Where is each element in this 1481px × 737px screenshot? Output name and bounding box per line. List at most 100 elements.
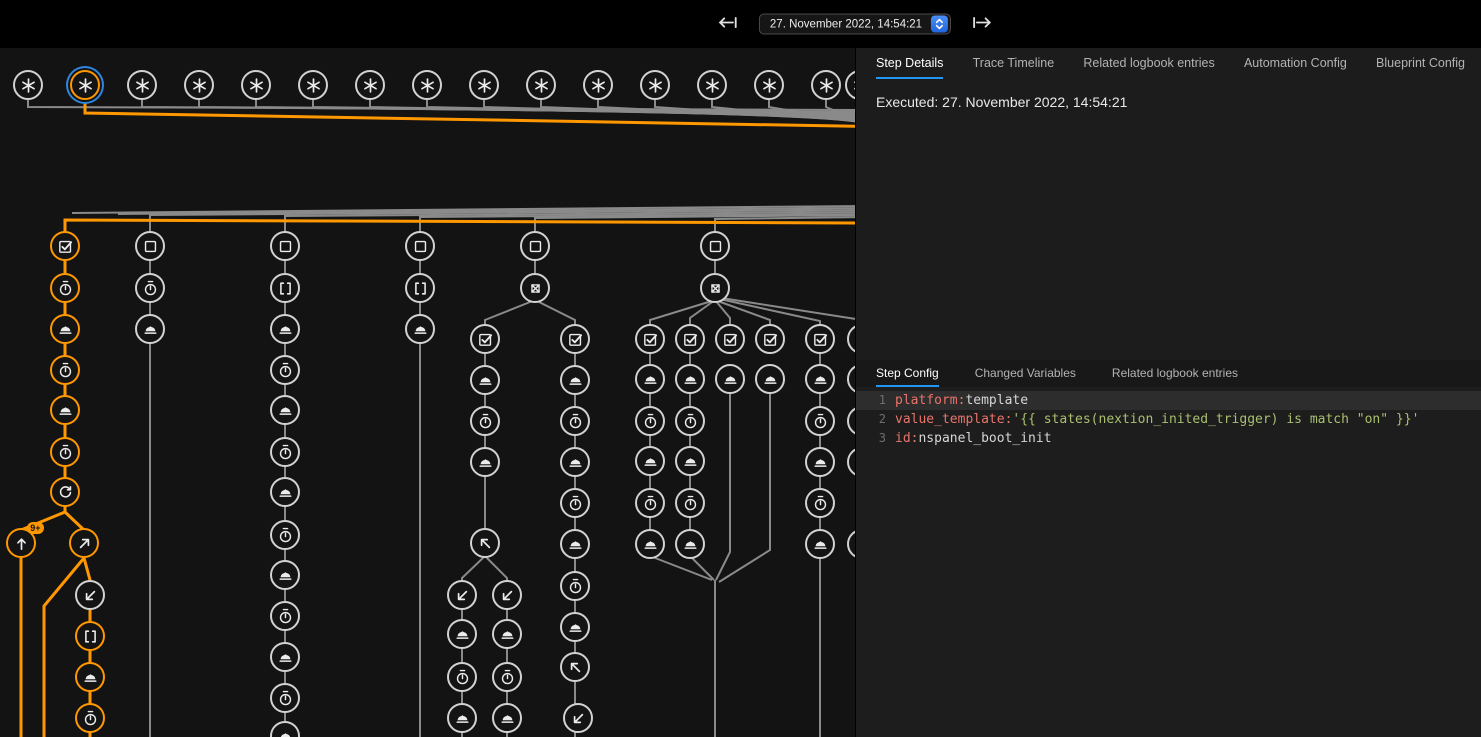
arrow-bottom-left-node[interactable] <box>492 580 522 610</box>
condition-node[interactable] <box>675 324 705 354</box>
split-node[interactable] <box>700 273 730 303</box>
brackets-node[interactable] <box>405 273 435 303</box>
timer-node[interactable] <box>75 703 105 733</box>
service-node[interactable] <box>270 314 300 344</box>
service-node[interactable] <box>805 529 835 559</box>
service-node[interactable] <box>50 395 80 425</box>
trigger-node[interactable] <box>127 70 157 100</box>
service-node[interactable] <box>470 447 500 477</box>
trigger-node[interactable] <box>811 70 841 100</box>
trigger-node[interactable] <box>184 70 214 100</box>
brackets-node[interactable] <box>75 621 105 651</box>
timer-node[interactable] <box>675 488 705 518</box>
timer-node[interactable] <box>270 683 300 713</box>
timer-node[interactable] <box>805 488 835 518</box>
square-node[interactable] <box>135 231 165 261</box>
next-trace-button[interactable] <box>969 10 995 39</box>
timer-node[interactable] <box>492 662 522 692</box>
service-node[interactable] <box>270 477 300 507</box>
timer-node[interactable] <box>270 520 300 550</box>
timer-node[interactable] <box>560 488 590 518</box>
split-node[interactable] <box>520 273 550 303</box>
square-node[interactable] <box>405 231 435 261</box>
service-node[interactable] <box>805 447 835 477</box>
service-node[interactable] <box>560 529 590 559</box>
condition-node[interactable] <box>50 231 80 261</box>
timer-node[interactable] <box>270 437 300 467</box>
timer-node[interactable] <box>270 601 300 631</box>
square-node[interactable] <box>520 231 550 261</box>
service-node[interactable] <box>135 314 165 344</box>
service-node[interactable] <box>560 447 590 477</box>
timer-node[interactable] <box>635 406 665 436</box>
arrow-bottom-left-node[interactable] <box>447 580 477 610</box>
service-node[interactable] <box>560 365 590 395</box>
square-node[interactable] <box>270 231 300 261</box>
tab-blueprint-config[interactable]: Blueprint Config <box>1376 48 1465 79</box>
trigger-node[interactable] <box>640 70 670 100</box>
trigger-node[interactable] <box>13 70 43 100</box>
service-node[interactable] <box>492 703 522 733</box>
trigger-node[interactable] <box>70 70 100 100</box>
config-tab-changed-variables[interactable]: Changed Variables <box>975 360 1076 387</box>
service-node[interactable] <box>447 703 477 733</box>
service-node[interactable] <box>50 314 80 344</box>
trigger-node[interactable] <box>241 70 271 100</box>
timer-node[interactable] <box>447 662 477 692</box>
condition-node[interactable] <box>560 324 590 354</box>
timer-node[interactable] <box>560 571 590 601</box>
timer-node[interactable] <box>560 406 590 436</box>
service-node[interactable] <box>447 619 477 649</box>
service-node[interactable] <box>405 314 435 344</box>
arrow-top-left-node[interactable] <box>470 528 500 558</box>
trace-run-select[interactable]: 27. November 2022, 14:54:21 <box>759 14 951 35</box>
timer-node[interactable] <box>635 488 665 518</box>
square-node[interactable] <box>700 231 730 261</box>
tab-trace-timeline[interactable]: Trace Timeline <box>973 48 1055 79</box>
arrow-top-left-node[interactable] <box>560 652 590 682</box>
trigger-node[interactable] <box>697 70 727 100</box>
arrow-bottom-left-node[interactable] <box>75 580 105 610</box>
service-node[interactable] <box>755 364 785 394</box>
service-node[interactable] <box>675 364 705 394</box>
trigger-node[interactable] <box>355 70 385 100</box>
arrow-bottom-left-node[interactable] <box>563 703 593 733</box>
service-node[interactable] <box>470 365 500 395</box>
arrow-up-node[interactable]: 9+ <box>6 528 36 558</box>
config-tab-step-config[interactable]: Step Config <box>876 360 939 387</box>
condition-node[interactable] <box>715 324 745 354</box>
service-node[interactable] <box>675 529 705 559</box>
timer-node[interactable] <box>50 273 80 303</box>
automation-trace-graph[interactable]: 9+ <box>0 0 855 737</box>
service-node[interactable] <box>270 395 300 425</box>
trigger-node[interactable] <box>754 70 784 100</box>
tab-automation-config[interactable]: Automation Config <box>1244 48 1347 79</box>
trigger-node[interactable] <box>298 70 328 100</box>
tab-step-details[interactable]: Step Details <box>876 48 943 79</box>
service-node[interactable] <box>560 612 590 642</box>
brackets-node[interactable] <box>270 273 300 303</box>
tab-related-logbook-entries[interactable]: Related logbook entries <box>1083 48 1214 79</box>
service-node[interactable] <box>270 642 300 672</box>
service-node[interactable] <box>635 364 665 394</box>
repeat-node[interactable] <box>50 477 80 507</box>
condition-node[interactable] <box>635 324 665 354</box>
service-node[interactable] <box>675 446 705 476</box>
trigger-node[interactable] <box>583 70 613 100</box>
timer-node[interactable] <box>805 406 835 436</box>
service-node[interactable] <box>715 364 745 394</box>
service-node[interactable] <box>270 560 300 590</box>
timer-node[interactable] <box>675 406 705 436</box>
timer-node[interactable] <box>470 406 500 436</box>
arrow-up-right-node[interactable] <box>69 528 99 558</box>
trigger-node[interactable] <box>469 70 499 100</box>
trigger-node[interactable] <box>526 70 556 100</box>
service-node[interactable] <box>635 529 665 559</box>
timer-node[interactable] <box>50 437 80 467</box>
config-tab-related-logbook-entries[interactable]: Related logbook entries <box>1112 360 1238 387</box>
trigger-node[interactable] <box>412 70 442 100</box>
service-node[interactable] <box>805 364 835 394</box>
service-node[interactable] <box>75 662 105 692</box>
condition-node[interactable] <box>805 324 835 354</box>
condition-node[interactable] <box>470 324 500 354</box>
